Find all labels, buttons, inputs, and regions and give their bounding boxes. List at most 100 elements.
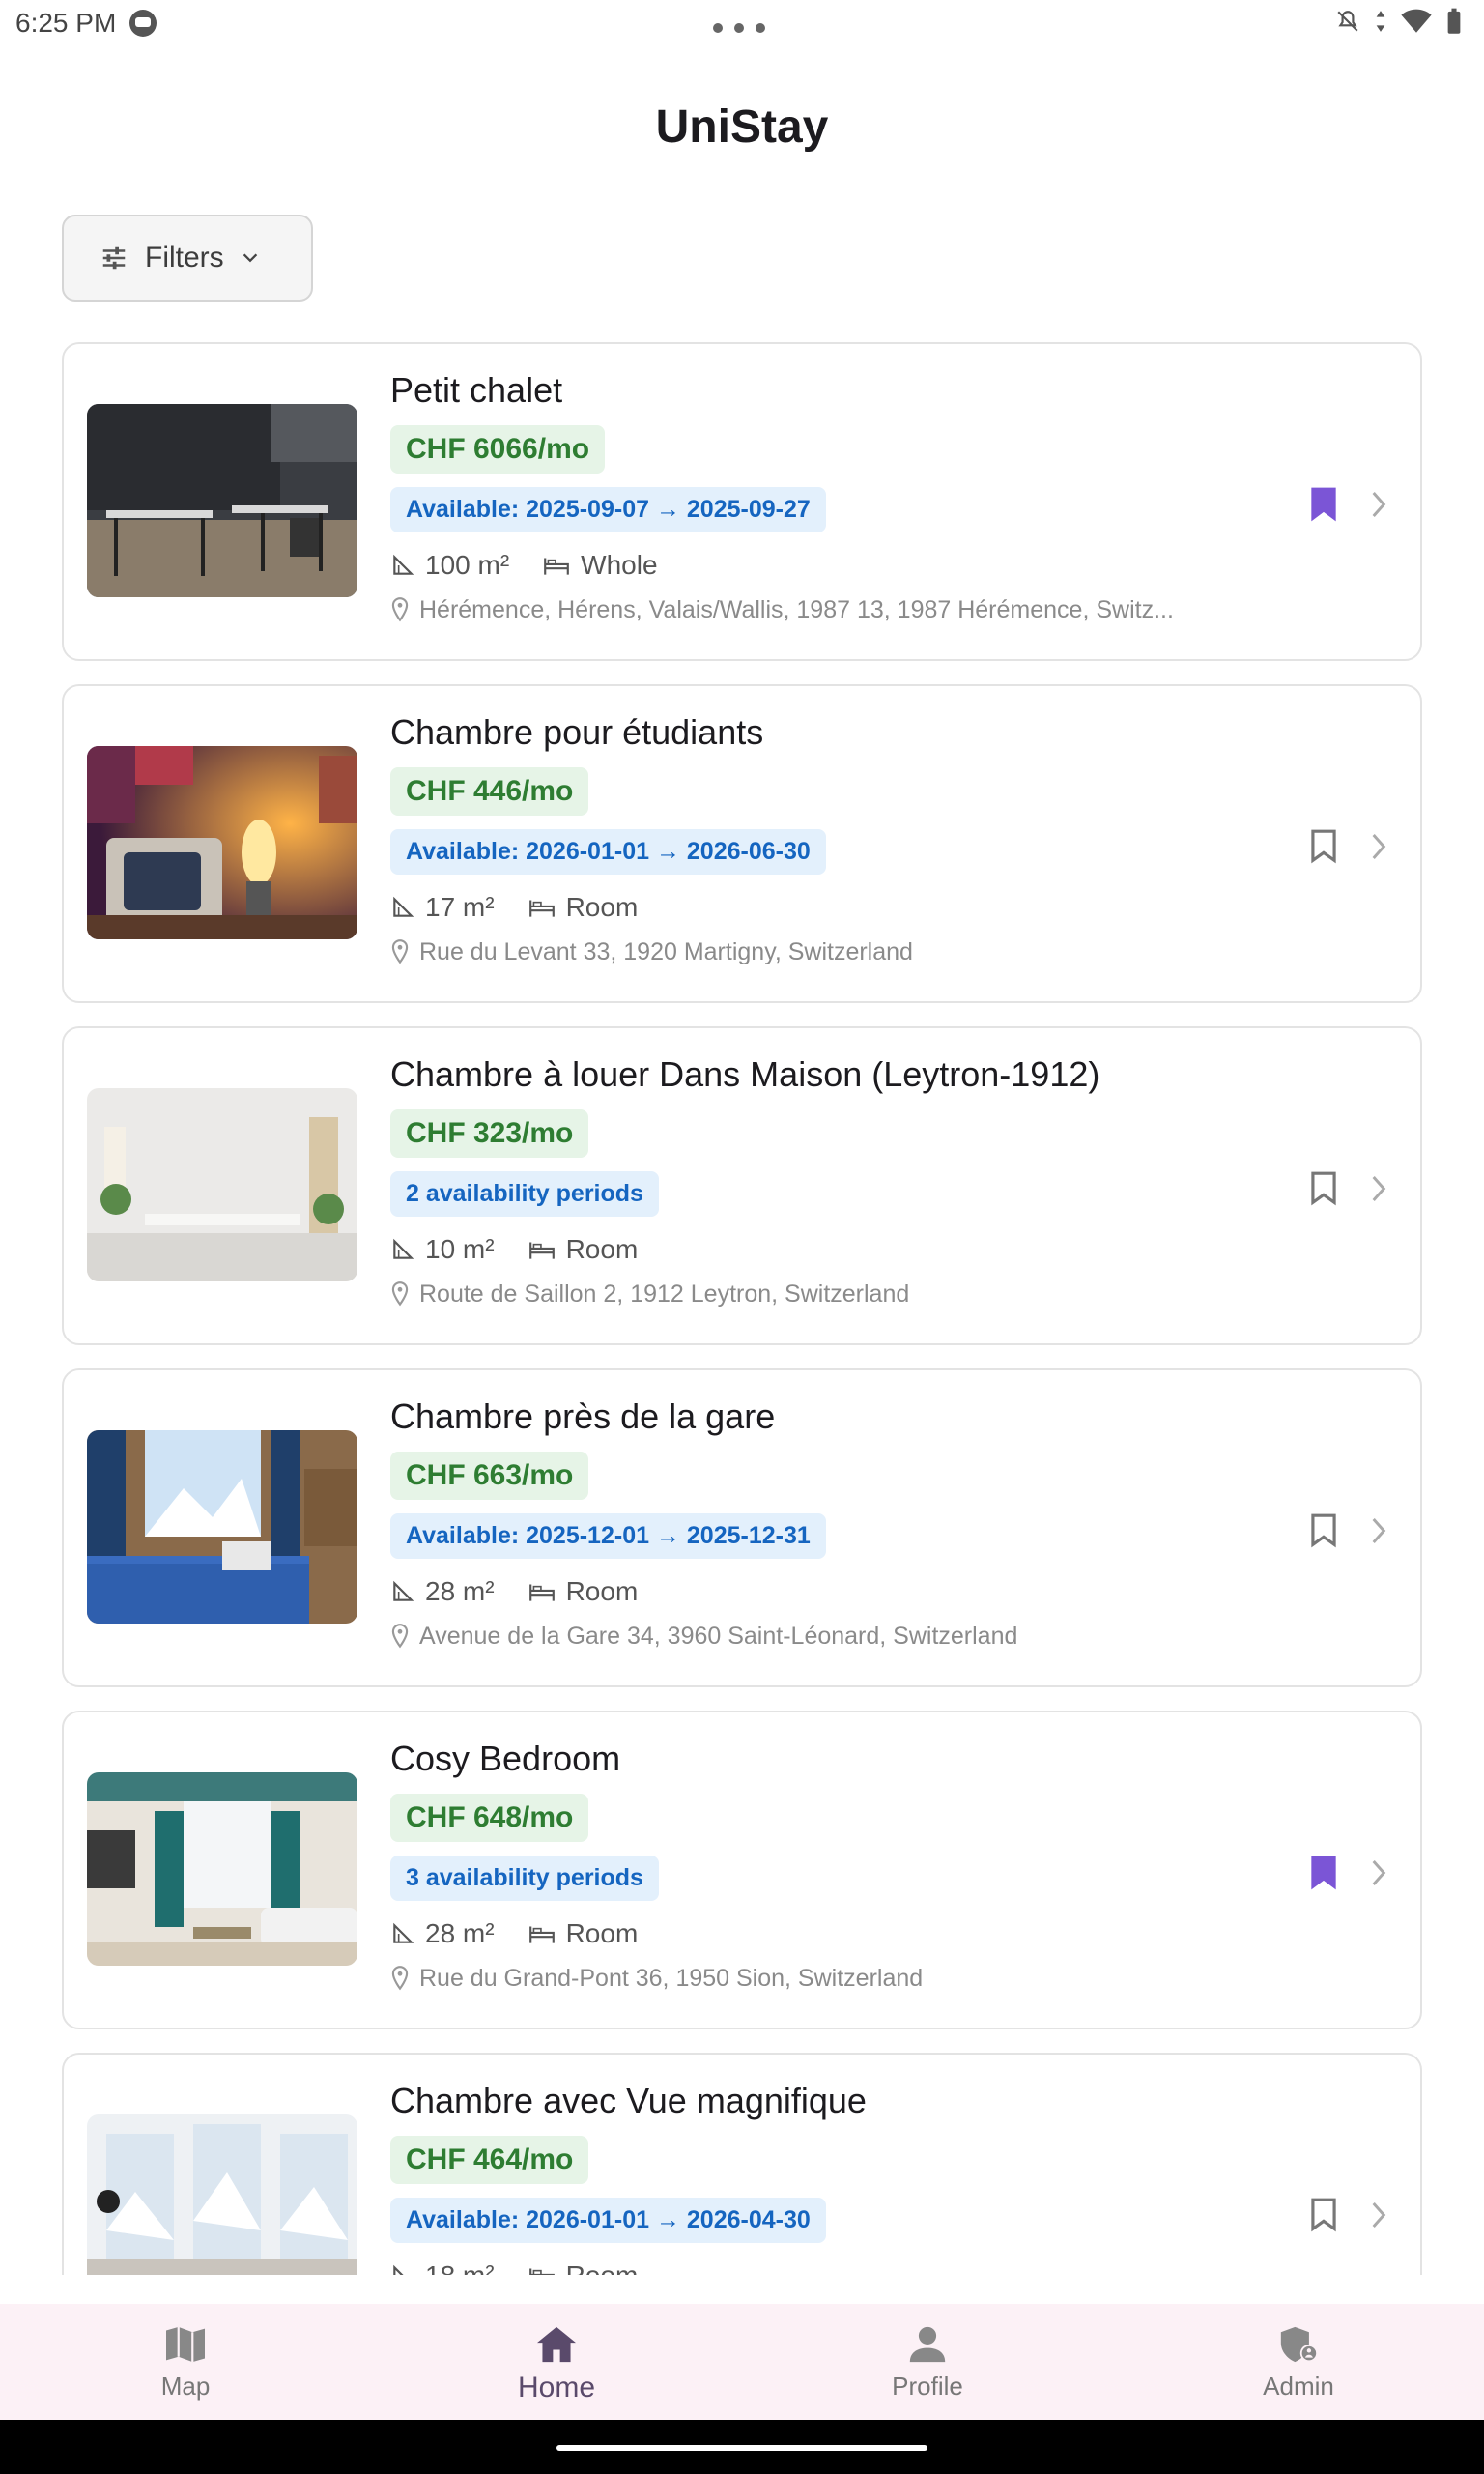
listing-title: Chambre avec Vue magnifique xyxy=(390,2081,867,2120)
app-title: UniStay xyxy=(655,101,829,153)
nav-label-home: Home xyxy=(517,2372,596,2403)
listing-meta: 28 m² Room xyxy=(390,1574,1337,1609)
listing-photo xyxy=(87,404,357,597)
bed-icon xyxy=(528,1579,556,1604)
price-chip: CHF 648/mo xyxy=(390,1794,589,1842)
listing-address: Avenue de la Gare 34, 3960 Saint-Léonard… xyxy=(419,1622,1018,1650)
chevron-right-icon[interactable] xyxy=(1364,1854,1393,1892)
bottom-navigation: Map Home Profile Admin xyxy=(0,2304,1484,2420)
listing-address-row: Rue du Levant 33, 1920 Martigny, Switzer… xyxy=(390,935,1337,969)
location-pin-icon xyxy=(390,1281,410,1307)
listing-title: Chambre à louer Dans Maison (Leytron-191… xyxy=(390,1054,1100,1094)
listing-address: Rue du Grand-Pont 36, 1950 Sion, Switzer… xyxy=(419,1964,924,1992)
price-chip: CHF 446/mo xyxy=(390,767,589,816)
bookmark-outline-icon[interactable] xyxy=(1304,825,1343,868)
listing-address-row: Avenue de la Gare 34, 3960 Saint-Léonard… xyxy=(390,1619,1337,1654)
listing-address-row: Route de Saillon 2, 1912 Leytron, Switze… xyxy=(390,1277,1337,1311)
listing-photo xyxy=(87,1772,357,1966)
data-arrows-icon xyxy=(1376,11,1385,32)
listing-size: 10 m² xyxy=(425,1234,495,1264)
listing-card[interactable]: Chambre pour étudiants CHF 446/mo Availa… xyxy=(62,684,1422,1003)
bed-icon xyxy=(528,895,556,920)
availability-chip: Available: 2025-09-07 → 2025-09-27 xyxy=(390,487,826,532)
bookmark-outline-icon[interactable] xyxy=(1304,2194,1343,2236)
listing-size: 18 m² xyxy=(425,2260,495,2275)
listing-card[interactable]: Chambre à louer Dans Maison (Leytron-191… xyxy=(62,1026,1422,1345)
listing-type: Room xyxy=(565,1918,639,1948)
listing-address-row: Hérémence, Hérens, Valais/Wallis, 1987 1… xyxy=(390,592,1337,627)
nav-item-map[interactable]: Map xyxy=(0,2304,371,2420)
listings-list[interactable]: Petit chalet CHF 6066/mo Available: 2025… xyxy=(62,342,1422,2275)
listing-type: Room xyxy=(565,1234,639,1264)
listing-card[interactable]: Chambre avec Vue magnifique CHF 464/mo A… xyxy=(62,2053,1422,2275)
listing-card[interactable]: Chambre près de la gare CHF 663/mo Avail… xyxy=(62,1368,1422,1687)
listing-meta: 10 m² Room xyxy=(390,1232,1337,1267)
filters-button[interactable]: Filters xyxy=(62,215,313,302)
listing-card[interactable]: Petit chalet CHF 6066/mo Available: 2025… xyxy=(62,342,1422,661)
listing-meta: 100 m² Whole xyxy=(390,548,1337,583)
listing-title: Chambre près de la gare xyxy=(390,1396,776,1436)
status-bar: 6:25 PM xyxy=(0,0,1484,50)
area-icon xyxy=(390,895,415,920)
nav-item-home[interactable]: Home xyxy=(371,2304,742,2420)
bed-icon xyxy=(542,553,571,578)
location-pin-icon xyxy=(390,1624,410,1649)
area-icon xyxy=(390,2263,415,2275)
person-icon xyxy=(909,2326,946,2363)
listing-card[interactable]: Cosy Bedroom CHF 648/mo 3 availability p… xyxy=(62,1711,1422,2029)
listing-photo xyxy=(87,2114,357,2275)
listing-address: Rue du Levant 33, 1920 Martigny, Switzer… xyxy=(419,937,913,965)
price-chip: CHF 323/mo xyxy=(390,1109,589,1158)
nav-item-admin[interactable]: Admin xyxy=(1113,2304,1484,2420)
home-gesture-handle[interactable] xyxy=(556,2445,928,2451)
bookmark-filled-icon[interactable] xyxy=(1304,1852,1343,1894)
listing-address-row: Rue du Grand-Pont 36, 1950 Sion, Switzer… xyxy=(390,1961,1337,1996)
listing-meta: 28 m² Room xyxy=(390,1916,1337,1951)
notification-face-icon xyxy=(129,10,157,37)
listing-photo xyxy=(87,1088,357,1281)
location-pin-icon xyxy=(390,939,410,964)
mute-icon xyxy=(1337,11,1358,32)
listing-size: 28 m² xyxy=(425,1576,495,1606)
nav-label-admin: Admin xyxy=(1263,2372,1334,2401)
gesture-navigation-bar xyxy=(0,2420,1484,2474)
wifi-icon xyxy=(1401,9,1432,33)
bed-icon xyxy=(528,1921,556,1946)
area-icon xyxy=(390,1237,415,1262)
listing-type: Whole xyxy=(581,550,658,580)
availability-chip: 2 availability periods xyxy=(390,1171,659,1217)
chevron-right-icon[interactable] xyxy=(1364,827,1393,866)
bed-icon xyxy=(528,1237,556,1262)
listing-photo xyxy=(87,1430,357,1624)
bookmark-filled-icon[interactable] xyxy=(1304,483,1343,526)
admin-shield-icon xyxy=(1280,2326,1318,2363)
listing-type: Room xyxy=(565,1576,639,1606)
bookmark-outline-icon[interactable] xyxy=(1304,1167,1343,1210)
availability-chip: Available: 2026-01-01 → 2026-04-30 xyxy=(390,2198,826,2243)
listing-title: Chambre pour étudiants xyxy=(390,712,764,752)
home-icon xyxy=(537,2326,576,2363)
price-chip: CHF 6066/mo xyxy=(390,425,606,474)
location-pin-icon xyxy=(390,1966,410,1991)
chevron-down-icon xyxy=(243,253,257,263)
listing-meta: 18 m² Room xyxy=(390,2258,1337,2275)
listing-title: Petit chalet xyxy=(390,370,563,410)
nav-label-map: Map xyxy=(160,2372,211,2401)
map-icon xyxy=(166,2326,205,2363)
listing-size: 28 m² xyxy=(425,1918,495,1948)
filters-label: Filters xyxy=(145,242,224,273)
location-pin-icon xyxy=(390,597,410,622)
status-time: 6:25 PM xyxy=(15,8,117,38)
chevron-right-icon[interactable] xyxy=(1364,485,1393,524)
price-chip: CHF 464/mo xyxy=(390,2136,589,2184)
chevron-right-icon[interactable] xyxy=(1364,1169,1393,1208)
more-dots-icon xyxy=(713,23,765,33)
chevron-right-icon[interactable] xyxy=(1364,2196,1393,2234)
system-icons xyxy=(1335,8,1463,35)
area-icon xyxy=(390,1921,415,1946)
chevron-right-icon[interactable] xyxy=(1364,1511,1393,1550)
nav-label-profile: Profile xyxy=(892,2372,963,2401)
bookmark-outline-icon[interactable] xyxy=(1304,1510,1343,1552)
availability-chip: 3 availability periods xyxy=(390,1856,659,1901)
nav-item-profile[interactable]: Profile xyxy=(742,2304,1113,2420)
